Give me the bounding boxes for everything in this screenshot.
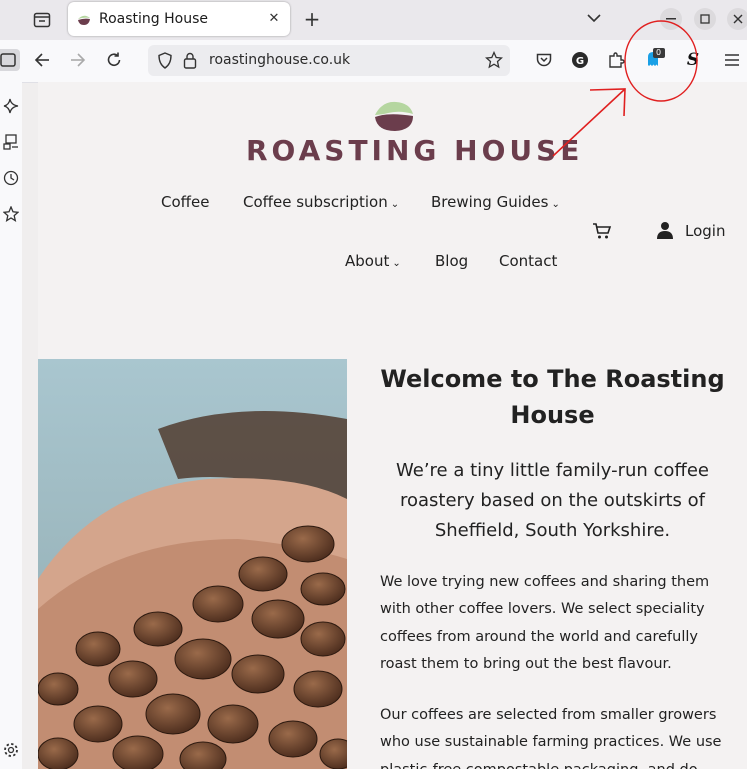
close-tab-icon[interactable]: ✕ xyxy=(266,10,282,26)
url-text: roastinghouse.co.uk xyxy=(209,52,351,68)
bookmarks-star-icon[interactable] xyxy=(1,204,21,224)
nav-coffee-subscription-label: Coffee subscription xyxy=(243,193,388,211)
close-window-button[interactable] xyxy=(727,8,747,30)
grammarly-extension-icon[interactable]: G xyxy=(569,49,591,71)
forward-arrow-icon[interactable] xyxy=(67,49,89,71)
login-link[interactable]: Login xyxy=(685,222,725,240)
web-page: ROASTING HOUSE Coffee Coffee subscriptio… xyxy=(38,82,747,769)
minimize-button[interactable] xyxy=(660,8,682,30)
cart-icon[interactable] xyxy=(592,222,612,240)
chevron-down-icon: ⌄ xyxy=(392,258,401,269)
intro-lead: We’re a tiny little family-run coffee ro… xyxy=(396,460,709,541)
tab-title: Roasting House xyxy=(99,11,208,27)
ai-sparkle-icon[interactable] xyxy=(1,96,21,116)
back-arrow-icon[interactable] xyxy=(31,49,53,71)
pocket-icon[interactable] xyxy=(533,49,555,71)
list-tabs-chevron-icon[interactable] xyxy=(584,8,604,28)
lock-icon[interactable] xyxy=(183,52,197,69)
chevron-down-icon: ⌄ xyxy=(551,199,560,210)
maximize-button[interactable] xyxy=(694,8,716,30)
nav-contact[interactable]: Contact xyxy=(499,252,557,270)
nav-brewing-guides[interactable]: Brewing Guides ⌄ xyxy=(431,193,560,211)
tab-overview-icon[interactable] xyxy=(28,6,56,34)
site-logo-text[interactable]: ROASTING HOUSE xyxy=(246,134,583,167)
synced-tabs-icon[interactable] xyxy=(1,132,21,152)
nav-about[interactable]: About ⌄ xyxy=(345,252,401,270)
reload-icon[interactable] xyxy=(103,49,125,71)
history-clock-icon[interactable] xyxy=(1,168,21,188)
nav-coffee[interactable]: Coffee xyxy=(161,193,209,211)
menu-hamburger-icon[interactable] xyxy=(721,49,743,71)
chevron-down-icon: ⌄ xyxy=(390,199,400,210)
sidebar-toggle-icon[interactable] xyxy=(0,49,20,71)
bookmark-star-icon[interactable] xyxy=(485,51,503,69)
nav-brewing-guides-label: Brewing Guides xyxy=(431,193,549,211)
nav-blog[interactable]: Blog xyxy=(435,252,468,270)
coffee-beans-photo xyxy=(38,359,347,769)
nav-about-label: About xyxy=(345,252,390,270)
intro-paragraph-1: We love trying new coffees and sharing t… xyxy=(380,574,710,672)
navigation-toolbar: roastinghouse.co.uk G 0 S xyxy=(0,40,747,83)
svg-text:G: G xyxy=(576,56,584,67)
new-tab-button[interactable]: + xyxy=(300,6,324,32)
favicon-icon xyxy=(78,15,90,25)
tab-roasting-house[interactable]: Roasting House ✕ xyxy=(68,2,290,36)
roasting-house-logo-icon[interactable] xyxy=(374,101,414,132)
tab-strip: Roasting House ✕ + xyxy=(0,0,747,40)
settings-gear-icon[interactable] xyxy=(1,740,21,760)
welcome-heading: Welcome to The Roasting House xyxy=(380,365,725,429)
intro-paragraph-2: Our coffees are selected from smaller gr… xyxy=(380,707,722,769)
browser-sidebar xyxy=(0,82,22,769)
url-bar[interactable]: roastinghouse.co.uk xyxy=(148,45,510,76)
extension-badge-count: 0 xyxy=(656,48,662,57)
shield-icon[interactable] xyxy=(157,52,173,69)
nav-coffee-subscription[interactable]: Coffee subscription ⌄ xyxy=(243,193,399,211)
s-extension-icon[interactable]: S xyxy=(682,49,704,71)
ghost-extension-icon[interactable]: 0 xyxy=(642,48,666,71)
extensions-puzzle-icon[interactable] xyxy=(605,49,627,71)
user-icon[interactable] xyxy=(656,221,674,239)
